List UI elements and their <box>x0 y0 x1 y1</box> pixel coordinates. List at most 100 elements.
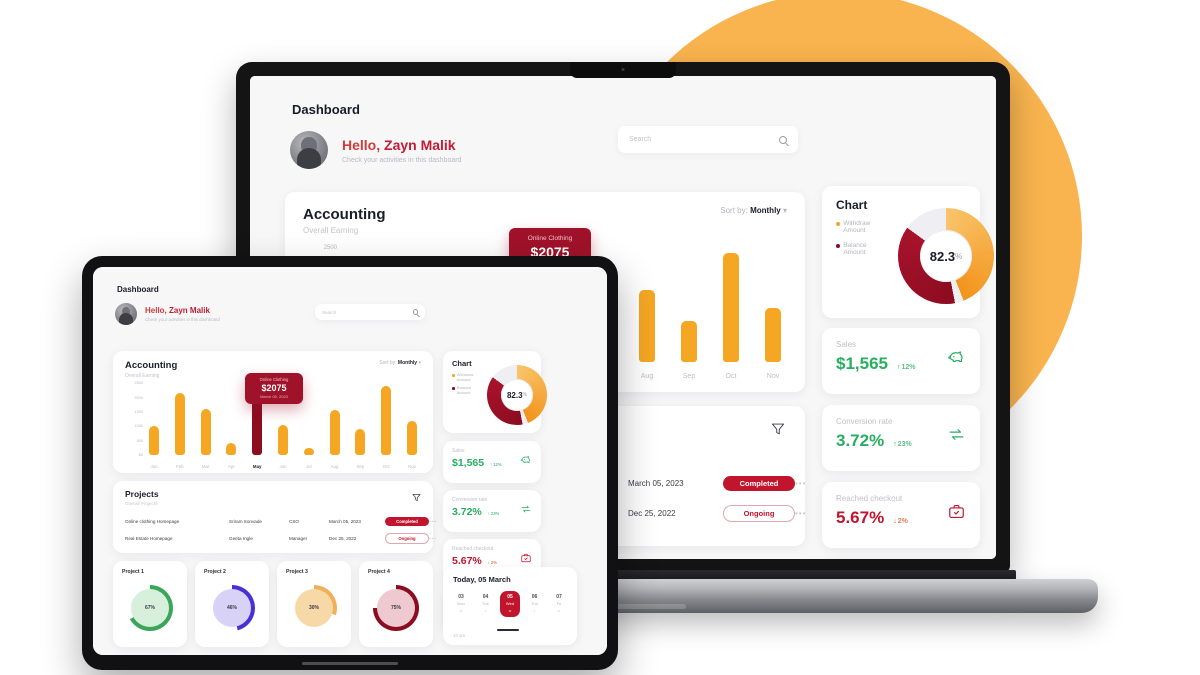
bar-item[interactable] <box>639 248 655 362</box>
bar[interactable] <box>277 424 288 455</box>
bar-item[interactable] <box>381 383 392 455</box>
day-cell[interactable]: 06 Thu • <box>525 591 545 617</box>
bar[interactable] <box>200 408 211 455</box>
legend-item: Balance Amount <box>452 386 473 395</box>
bar-item[interactable] <box>355 383 366 455</box>
project-date-cell: Dec 25, 2022 <box>329 536 357 541</box>
chevron-down-icon[interactable]: ▾ <box>783 206 787 215</box>
bar[interactable] <box>149 426 159 455</box>
stat-card-sales[interactable]: Sales $1,565 ↑ 12% <box>822 328 980 394</box>
project-progress-card[interactable]: Project 2 46% <box>195 561 269 647</box>
x-axis-tick: Apr <box>227 464 235 469</box>
accounting-title: Accounting <box>303 206 386 223</box>
tablet-accounting-subtitle: Overall Earning <box>125 373 160 379</box>
y-axis-tick: 2500 <box>134 381 143 386</box>
bar[interactable] <box>765 308 781 362</box>
tablet-sort-by-control[interactable]: Sort by: Monthly ▾ <box>379 360 421 366</box>
tablet-greeting-hello: Hello, <box>145 306 167 315</box>
progress-ring-fill: 30% <box>295 589 333 627</box>
sort-by-value: Monthly <box>750 206 781 215</box>
stat-card-conversion-rate[interactable]: Conversion rate 3.72% ↑ 23% <box>822 405 980 471</box>
legend-label-line2: Amount <box>843 249 866 257</box>
tablet-accounting-card: Accounting Overall Earning Sort by: Mont… <box>113 351 433 473</box>
funnel-filter-icon[interactable] <box>771 422 785 436</box>
bar-item[interactable] <box>303 383 314 455</box>
table-row[interactable]: Online clothing Homepage Sriram Sonvade CS… <box>125 513 436 530</box>
stat-label: Conversion rate <box>836 417 893 426</box>
bar[interactable] <box>226 443 237 455</box>
status-badge[interactable]: Ongoing <box>723 504 795 522</box>
table-row[interactable]: Real Estate Homepage Geeta Ingle Manager De… <box>125 530 436 547</box>
donut-value: 82.3 <box>929 248 956 264</box>
project-progress-card[interactable]: Project 3 30% <box>277 561 351 647</box>
day-cell[interactable]: 04 Tue • <box>476 591 496 617</box>
status-badge[interactable]: Ongoing <box>385 533 429 544</box>
project-progress-card[interactable]: Project 4 75% <box>359 561 433 647</box>
greeting-line: Hello, Zayn Malik <box>342 137 461 153</box>
legend-item: Withdraw Amount <box>452 372 473 382</box>
stat-value-row: $1,565 ↑ 12% <box>836 354 916 374</box>
status-badge[interactable]: Completed <box>723 475 795 491</box>
progress-ring: 67% <box>127 585 173 631</box>
stat-delta: ↑ 12% <box>490 462 501 467</box>
legend-color-dot <box>836 243 840 248</box>
search-input[interactable]: Search <box>618 126 798 153</box>
bar[interactable] <box>329 409 340 455</box>
progress-ring-fill: 75% <box>377 589 415 627</box>
progress-ring: 46% <box>209 585 255 631</box>
tablet-search-icon[interactable] <box>412 309 418 315</box>
tablet-tooltip-amount: $2075 <box>261 383 287 393</box>
bar[interactable] <box>252 395 263 455</box>
tablet-greeting-name: Zayn Malik <box>169 306 210 315</box>
greeting-hello: Hello, <box>342 136 381 153</box>
tablet-funnel-filter-icon[interactable] <box>412 489 421 502</box>
bar[interactable] <box>355 429 366 455</box>
bar[interactable] <box>681 320 697 362</box>
bar[interactable] <box>303 447 314 455</box>
tablet-home-indicator[interactable] <box>302 662 398 665</box>
bar-item[interactable] <box>329 383 340 455</box>
stat-delta: ↑ 23% <box>893 441 912 448</box>
avatar <box>290 131 328 169</box>
chart-legend: Withdraw Amount Balance Amount <box>836 220 870 264</box>
sort-by-prefix: Sort by: <box>720 206 748 215</box>
bar-item[interactable] <box>723 248 739 362</box>
bar-item[interactable] <box>200 383 211 455</box>
bar[interactable] <box>723 252 739 362</box>
stat-card-sales[interactable]: Sales $1,565 ↑ 12% <box>443 441 541 483</box>
bar[interactable] <box>639 289 655 362</box>
bar[interactable] <box>406 421 417 455</box>
project-progress-card[interactable]: Project 1 67% <box>113 561 187 647</box>
bar-item[interactable] <box>149 383 159 455</box>
day-name: Mon <box>457 601 465 606</box>
search-icon[interactable] <box>779 135 787 144</box>
bar-item[interactable] <box>406 383 417 455</box>
sort-by-control[interactable]: Sort by: Monthly ▾ <box>720 206 787 215</box>
row-menu-button[interactable]: ••• <box>429 536 437 541</box>
bar-item[interactable] <box>174 383 185 455</box>
status-badge[interactable]: Completed <box>385 517 429 526</box>
stat-delta-arrow: ↑ <box>490 462 493 467</box>
stat-card-conversion-rate[interactable]: Conversion rate 3.72% ↑ 23% <box>443 490 541 532</box>
stat-value: 5.67% <box>836 508 885 527</box>
stat-value: $1,565 <box>836 354 888 373</box>
stat-label: Reached checkout <box>836 494 903 503</box>
bar[interactable] <box>174 393 185 455</box>
day-cell-selected[interactable]: 05 Wed •• <box>500 591 520 617</box>
day-cell[interactable]: 03 Mon •• <box>451 591 471 617</box>
project-role-cell: Manager <box>289 536 308 541</box>
bar-item[interactable] <box>226 383 237 455</box>
row-menu-button[interactable]: ••• <box>795 509 806 518</box>
row-menu-button[interactable]: ••• <box>795 479 806 488</box>
day-event-dots: •• <box>459 608 463 613</box>
tablet-search-input[interactable]: Search <box>315 304 425 320</box>
stat-card-reached-checkout[interactable]: Reached checkout 5.67% ↓ 2% <box>822 482 980 548</box>
bar-item[interactable] <box>681 248 697 362</box>
day-cell[interactable]: 07 Fri •• <box>549 591 569 617</box>
tablet-projects-table: Online clothing Homepage Sriram Sonvade CS… <box>125 513 436 547</box>
bar-item[interactable] <box>765 248 781 362</box>
tablet-chevron-down-icon[interactable]: ▾ <box>418 360 421 366</box>
row-menu-button[interactable]: ••• <box>429 519 437 524</box>
exchange-arrows-icon <box>520 502 532 520</box>
bar[interactable] <box>381 385 392 455</box>
